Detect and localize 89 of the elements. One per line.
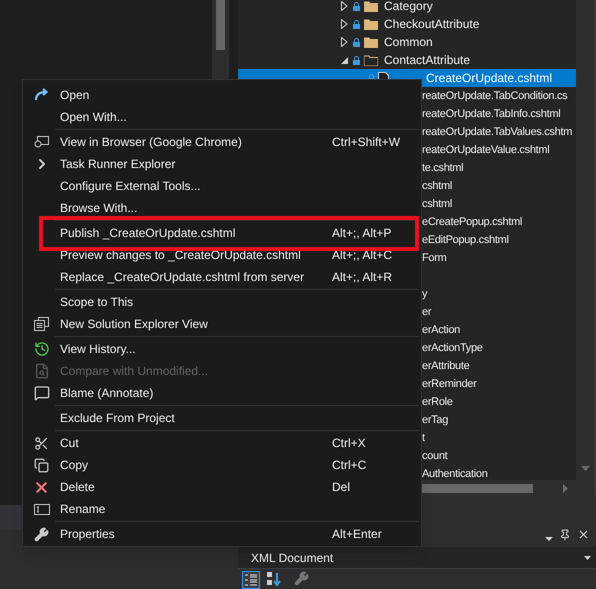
menu-item[interactable]: New Solution Explorer View — [23, 313, 421, 335]
menu-item[interactable]: Copy Ctrl+C — [23, 454, 421, 476]
tree-item-label[interactable]: erAttribute — [422, 358, 470, 374]
tree-item-label[interactable]: erTag — [422, 412, 448, 428]
lock-icon — [353, 38, 360, 46]
tree-item-label[interactable]: Form — [422, 250, 446, 266]
menu-item[interactable]: Replace _CreateOrUpdate.cshtml from server Alt+;, Alt+R — [23, 266, 421, 288]
expand-triangle-icon[interactable] — [340, 37, 349, 47]
tree-item-label[interactable]: Authentication — [422, 466, 488, 480]
pin-icon[interactable] — [559, 529, 571, 541]
collapse-triangle-icon[interactable] — [340, 56, 349, 64]
lock-icon — [353, 20, 360, 28]
tree-item-label[interactable]: eCreatePopup.cshtml — [422, 214, 522, 230]
categorized-view-icon[interactable] — [242, 571, 260, 589]
shortcut-label: Alt+;, Alt+R — [332, 269, 392, 286]
tree-row[interactable]: CheckoutAttribute — [238, 15, 576, 33]
menu-item[interactable]: Publish _CreateOrUpdate.cshtml Alt+;, Alt+P — [23, 222, 421, 244]
shortcut-label: Del — [332, 479, 350, 496]
dropdown-arrow-icon[interactable] — [545, 537, 553, 541]
menu-item[interactable]: Configure External Tools... — [23, 175, 421, 197]
tree-item-label[interactable]: count — [422, 448, 448, 464]
shortcut-label: Ctrl+C — [332, 457, 366, 474]
rename-field-icon — [34, 504, 50, 514]
menu-item[interactable]: Delete Del — [23, 476, 421, 498]
tree-item-label[interactable]: t — [422, 430, 425, 446]
folder-icon — [364, 18, 378, 30]
scissors-icon — [34, 436, 49, 450]
menu-item[interactable]: Rename — [23, 498, 421, 520]
object-selector[interactable]: XML Document — [238, 547, 596, 569]
folder-icon — [364, 0, 378, 12]
lock-icon — [353, 56, 360, 64]
shortcut-label: Alt+;, Alt+C — [332, 247, 392, 264]
menu-item[interactable]: Blame (Annotate) — [23, 382, 421, 404]
tree-item-label[interactable]: eEditPopup.cshtml — [422, 232, 509, 248]
alphabetical-sort-icon — [266, 571, 282, 587]
tree-item-label: CheckoutAttribute — [384, 16, 480, 33]
lock-icon — [353, 2, 360, 10]
menu-item[interactable]: Cut Ctrl+X — [23, 432, 421, 454]
tree-item-label[interactable]: y — [422, 286, 428, 302]
tree-row[interactable]: ContactAttribute — [238, 51, 576, 69]
tree-row[interactable]: Common — [238, 33, 576, 51]
wrench-icon — [34, 526, 49, 542]
menu-item[interactable]: Scope to This — [23, 291, 421, 313]
shortcut-label: Ctrl+Shift+W — [332, 134, 400, 151]
menu-item[interactable]: Task Runner Explorer — [23, 153, 421, 175]
folder-icon — [364, 54, 378, 66]
document-search-icon — [34, 363, 50, 379]
wrench-icon — [294, 571, 309, 586]
scroll-down-arrow-icon[interactable] — [581, 466, 590, 471]
menu-item[interactable]: Open With... — [23, 106, 421, 128]
shortcut-label: Alt+Enter — [332, 526, 382, 543]
tree-item-label[interactable]: erActionType — [422, 340, 483, 356]
tree-row[interactable]: Category — [238, 0, 576, 15]
tree-item-label: Category — [384, 0, 433, 15]
menu-item[interactable]: View in Browser (Google Chrome) Ctrl+Shift+W — [23, 131, 421, 153]
tree-item-label[interactable]: erRole — [422, 394, 453, 410]
tree-item-label[interactable]: cshtml — [422, 196, 452, 212]
menu-item[interactable]: Browse With... — [23, 197, 421, 219]
tree-item-label[interactable]: er — [422, 304, 432, 320]
menu-item[interactable]: Properties Alt+Enter — [23, 523, 421, 545]
folder-icon — [364, 36, 378, 48]
dropdown-arrow-icon — [584, 556, 591, 560]
shortcut-label: Alt+;, Alt+P — [332, 225, 392, 242]
expand-triangle-icon[interactable] — [340, 1, 349, 11]
menu-item[interactable]: Open — [23, 84, 421, 106]
tree-item-label[interactable]: erAction — [422, 322, 460, 338]
tree-item-label[interactable]: reateOrUpdate.TabCondition.cs — [422, 88, 568, 104]
history-clock-icon — [34, 341, 50, 357]
scroll-right-arrow-icon[interactable] — [563, 484, 568, 492]
speech-bubble-icon — [34, 385, 50, 401]
vertical-scrollbar[interactable] — [576, 0, 595, 496]
tree-item-label[interactable]: cshtml — [422, 178, 452, 194]
close-icon[interactable] — [577, 528, 590, 541]
tree-item-label[interactable]: reateOrUpdate.TabInfo.cshtml — [422, 106, 560, 122]
tree-item-label: ContactAttribute — [384, 52, 470, 69]
shortcut-label: Ctrl+X — [332, 435, 366, 452]
expand-triangle-icon[interactable] — [340, 19, 349, 29]
copy-icon — [34, 458, 49, 472]
tree-item-label: Common — [384, 34, 433, 51]
stacked-windows-icon — [34, 317, 49, 331]
menu-item[interactable]: View History... — [23, 338, 421, 360]
tree-item-label[interactable]: te.cshtml — [422, 160, 464, 176]
redo-arrow-icon — [34, 88, 50, 102]
tree-item-label[interactable]: reateOrUpdateValue.cshtml — [422, 142, 550, 158]
browser-window-icon — [34, 136, 49, 148]
tree-item-label: CreateOrUpdate.cshtml — [426, 70, 552, 87]
menu-item[interactable]: Exclude From Project — [23, 407, 421, 429]
tree-item-label[interactable]: erReminder — [422, 376, 476, 392]
tree-item-label[interactable]: reateOrUpdate.TabValues.cshtm — [422, 124, 572, 140]
